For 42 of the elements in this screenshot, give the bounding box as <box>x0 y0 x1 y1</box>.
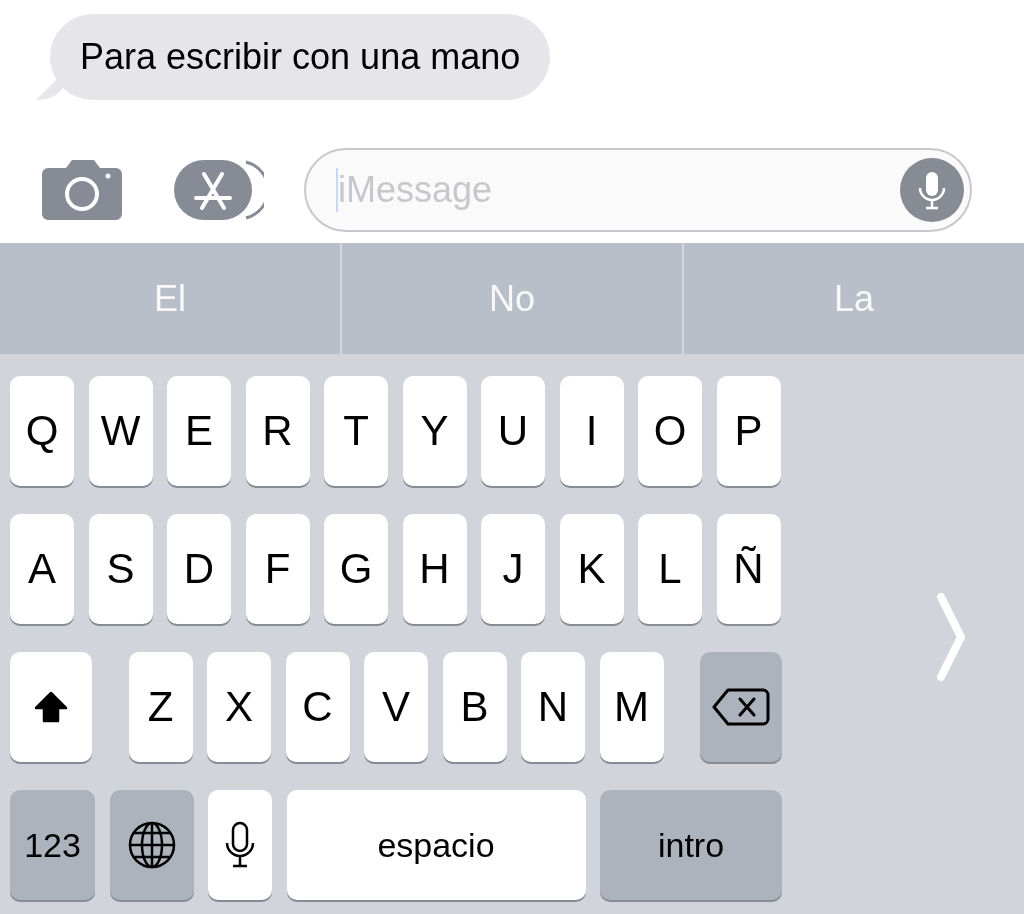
globe-icon <box>126 820 177 870</box>
letter-key[interactable]: C <box>285 652 350 762</box>
space-key[interactable]: espacio <box>286 790 586 900</box>
return-key[interactable]: intro <box>600 790 782 900</box>
letter-key[interactable]: Z <box>128 652 193 762</box>
backspace-icon <box>712 687 770 727</box>
microphone-icon[interactable] <box>900 158 964 222</box>
numbers-key[interactable]: 123 <box>10 790 95 900</box>
letter-key[interactable]: Y <box>402 376 467 486</box>
delete-key[interactable] <box>700 652 782 762</box>
letter-key[interactable]: N <box>521 652 585 762</box>
letter-key[interactable]: H <box>402 514 467 624</box>
letter-key[interactable]: W <box>88 376 153 486</box>
letter-key[interactable]: U <box>481 376 545 486</box>
letter-key[interactable]: V <box>364 652 428 762</box>
letter-key[interactable]: S <box>88 514 153 624</box>
letter-key[interactable]: T <box>324 376 388 486</box>
app-store-icon[interactable] <box>174 160 264 220</box>
letter-key[interactable]: A <box>10 514 74 624</box>
letter-key[interactable]: J <box>481 514 545 624</box>
letter-key[interactable]: X <box>207 652 271 762</box>
letter-key[interactable]: I <box>559 376 624 486</box>
letter-key[interactable]: D <box>167 514 231 624</box>
dictation-key[interactable] <box>208 790 272 900</box>
letter-key[interactable]: Q <box>10 376 74 486</box>
letter-key[interactable]: P <box>716 376 781 486</box>
shift-key[interactable] <box>10 652 92 762</box>
letter-key[interactable]: E <box>167 376 231 486</box>
letter-key[interactable]: O <box>638 376 702 486</box>
letter-key[interactable]: Ñ <box>716 514 781 624</box>
letter-key[interactable]: M <box>599 652 664 762</box>
letter-key[interactable]: B <box>442 652 507 762</box>
letter-key[interactable]: G <box>324 514 388 624</box>
letter-key[interactable]: K <box>559 514 624 624</box>
letter-key[interactable]: F <box>245 514 310 624</box>
letter-key[interactable]: L <box>638 514 702 624</box>
letter-key[interactable]: R <box>245 376 310 486</box>
camera-icon[interactable] <box>42 160 122 220</box>
shift-arrow-icon <box>34 691 68 723</box>
text-cursor <box>336 168 338 212</box>
microphone-icon <box>225 821 255 869</box>
globe-key[interactable] <box>109 790 194 900</box>
